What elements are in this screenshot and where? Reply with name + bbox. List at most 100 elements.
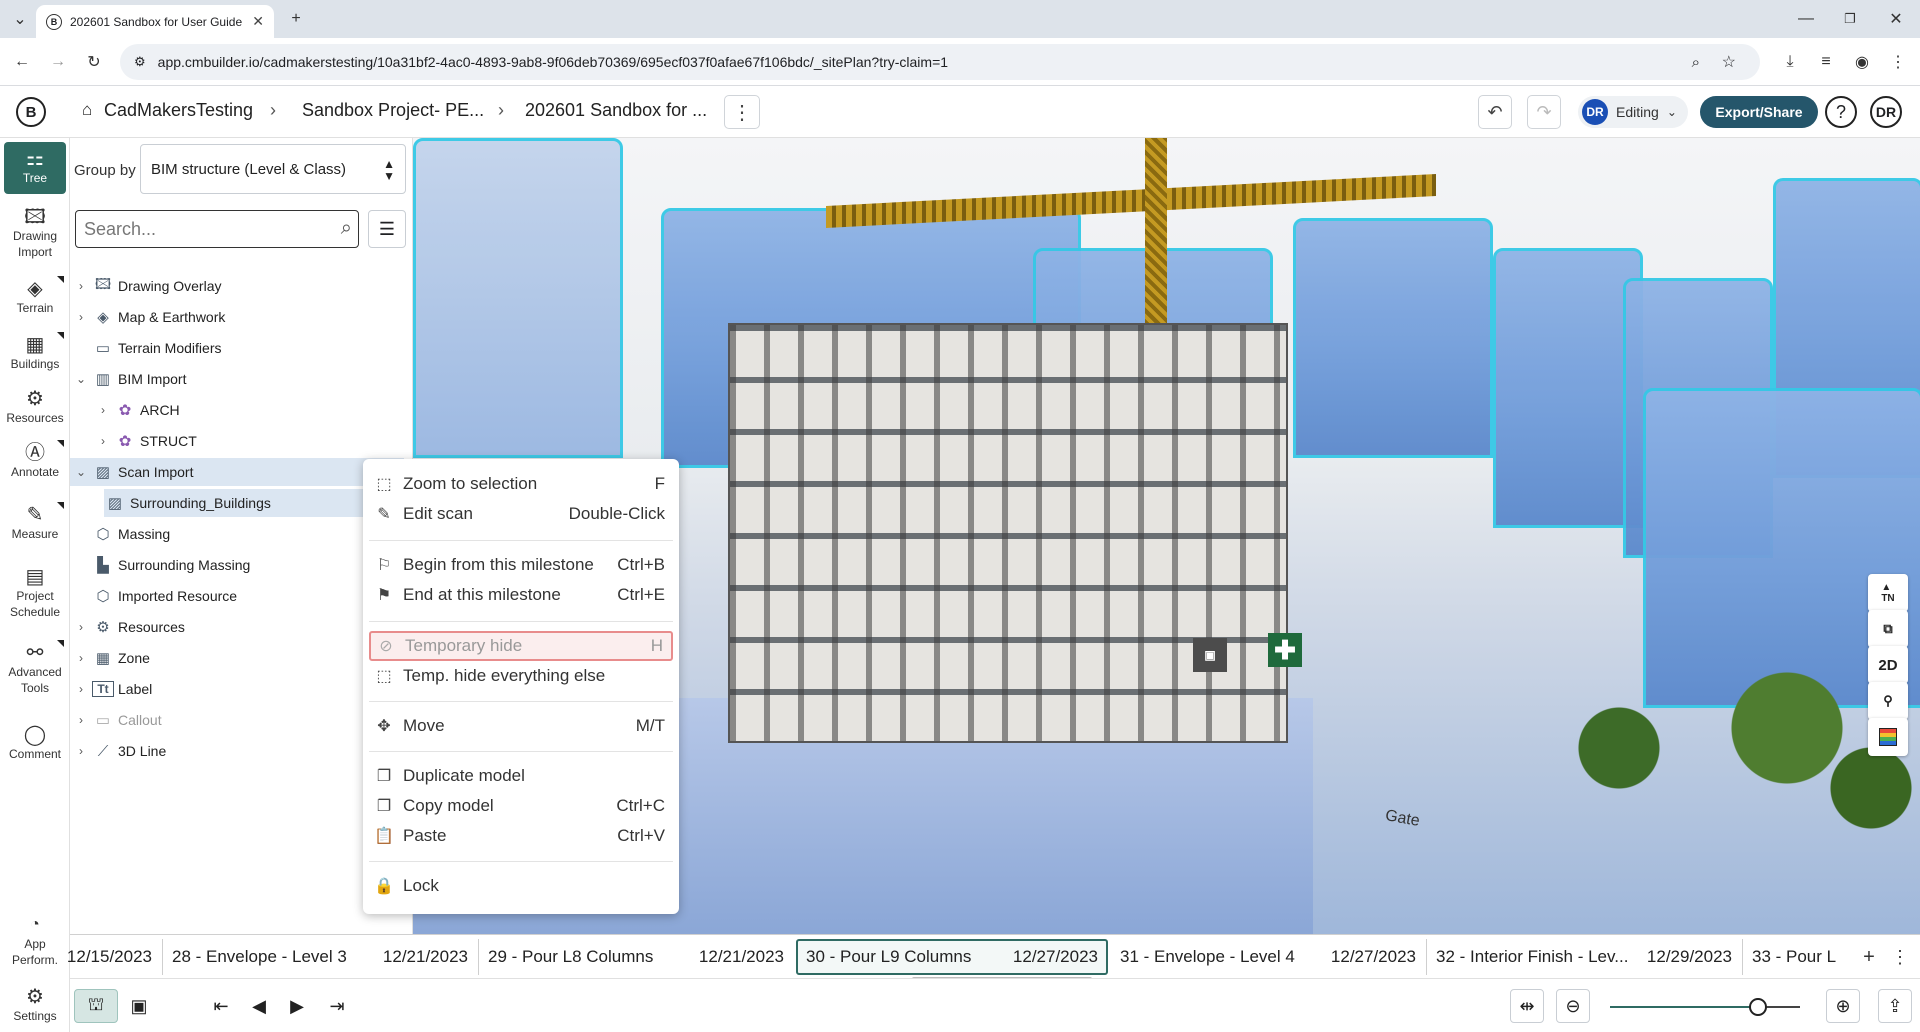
fullscreen-icon[interactable]: ⇪	[1878, 989, 1912, 1023]
timeline-segment[interactable]: 31 - Envelope - Level 4 12/27/2023	[1112, 939, 1424, 975]
tree-row-bim-import[interactable]: ⌄ ▥ BIM Import	[70, 365, 404, 393]
tree-row-surrounding-massing[interactable]: ▙ Surrounding Massing	[70, 551, 404, 579]
undo-icon[interactable]: ↶	[1478, 95, 1512, 129]
group-by-select[interactable]: BIM structure (Level & Class) ▲ ▼	[140, 144, 406, 194]
search-icon[interactable]: ⌕	[341, 217, 352, 240]
zoom-out-icon[interactable]: ⊖	[1556, 989, 1590, 1023]
breadcrumb-project[interactable]: Sandbox Project- PE...	[302, 100, 484, 121]
menu-begin-from-milestone[interactable]: ⚐ Begin from this milestone Ctrl+B	[369, 550, 673, 580]
menu-end-at-milestone[interactable]: ⚑ End at this milestone Ctrl+E	[369, 580, 673, 610]
timeline-segment[interactable]: 32 - Interior Finish - Lev... 12/29/2023	[1428, 939, 1740, 975]
rail-drawing-import[interactable]: 🖾 Drawing Import	[4, 206, 66, 260]
tree-row-resources[interactable]: › ⚙ Resources	[70, 613, 404, 641]
breadcrumb-model[interactable]: 202601 Sandbox for ...	[525, 100, 707, 121]
profile-icon[interactable]: ◉	[1848, 48, 1876, 76]
minimize-icon[interactable]: —	[1792, 5, 1820, 33]
download-icon[interactable]: ⤓	[1776, 48, 1804, 76]
tree-row-terrain-modifiers[interactable]: ▭ Terrain Modifiers	[70, 334, 404, 362]
rail-tree[interactable]: ⚏ Tree	[4, 142, 66, 194]
rail-project-schedule[interactable]: ▤ Project Schedule	[4, 566, 66, 620]
tree-row-zone[interactable]: › ▦ Zone	[70, 644, 404, 672]
timeline-segment[interactable]: 33 - Pour L	[1744, 939, 1852, 975]
site-view-button[interactable]: ⛫	[74, 989, 118, 1023]
timeline-segment-active[interactable]: 30 - Pour L9 Columns 12/27/2023	[796, 939, 1108, 975]
chevron-right-icon[interactable]: ›	[70, 713, 92, 727]
filter-list-button[interactable]: ☰	[368, 210, 406, 248]
chevron-right-icon[interactable]: ›	[70, 620, 92, 634]
new-tab-icon[interactable]: +	[282, 5, 310, 33]
tree-row-surrounding-buildings[interactable]: ▨ Surrounding_Buildings	[104, 489, 404, 517]
timeline-segment[interactable]: 29 - Pour L8 Columns 12/21/2023	[480, 939, 792, 975]
menu-temporary-hide[interactable]: ⊘ Temporary hide H	[369, 631, 673, 661]
mode-selector[interactable]: DR Editing ⌄	[1578, 96, 1688, 128]
address-bar[interactable]: ⚙ app.cmbuilder.io/cadmakerstesting/10a3…	[120, 44, 1760, 80]
tree-row-struct[interactable]: › ✿ STRUCT	[92, 427, 426, 455]
menu-move[interactable]: ✥ Move M/T	[369, 711, 673, 741]
zoom-page-icon[interactable]: ⌕	[1692, 54, 1700, 71]
menu-zoom-to-selection[interactable]: ⬚ Zoom to selection F	[369, 469, 673, 499]
menu-edit-scan[interactable]: ✎ Edit scan Double-Click	[369, 499, 673, 529]
export-share-button[interactable]: Export/Share	[1700, 96, 1818, 128]
menu-temp-hide-everything-else[interactable]: ⬚ Temp. hide everything else	[369, 661, 673, 691]
layers-button[interactable]: ⧉	[1868, 610, 1908, 648]
previous-icon[interactable]: ◀	[242, 989, 276, 1023]
site-info-icon[interactable]: ⚙	[134, 54, 146, 70]
true-north-button[interactable]: ▲ TN	[1868, 574, 1908, 612]
tree-row-callout[interactable]: › ▭ Callout	[70, 706, 404, 734]
zoom-in-icon[interactable]: ⊕	[1826, 989, 1860, 1023]
reload-icon[interactable]: ↻	[80, 48, 108, 76]
chevron-down-icon[interactable]: ⌄	[70, 372, 92, 386]
menu-paste[interactable]: 📋 Paste Ctrl+V	[369, 821, 673, 851]
tree-row-3d-line[interactable]: › ⟋ 3D Line	[70, 737, 404, 765]
chevron-right-icon[interactable]: ›	[70, 651, 92, 665]
more-options-icon[interactable]: ⋮	[724, 95, 760, 129]
tree-search-input[interactable]: Search... ⌕	[75, 210, 359, 248]
timeline-more-icon[interactable]: ⋮	[1886, 943, 1914, 971]
menu-copy-model[interactable]: ❐ Copy model Ctrl+C	[369, 791, 673, 821]
close-tab-icon[interactable]: ✕	[252, 13, 264, 30]
browser-menu-icon[interactable]: ⋮	[1884, 48, 1912, 76]
media-icon[interactable]: ≡	[1812, 48, 1840, 76]
redo-icon[interactable]: ↷	[1527, 95, 1561, 129]
play-icon[interactable]: ▶	[280, 989, 314, 1023]
timeline-segment[interactable]: 28 - Envelope - Level 3 12/21/2023	[164, 939, 476, 975]
tab-search-icon[interactable]: ⌄	[6, 5, 34, 33]
skip-to-start-icon[interactable]: ⇤	[204, 989, 238, 1023]
timeline-segment-previous[interactable]: 12/15/2023	[67, 939, 160, 975]
tree-row-map-earthwork[interactable]: › ◈ Map & Earthwork	[70, 303, 404, 331]
presentation-button[interactable]: ▣	[122, 989, 156, 1023]
chevron-right-icon[interactable]: ›	[70, 744, 92, 758]
tree-row-imported-resource[interactable]: ⬡ Imported Resource	[70, 582, 404, 610]
app-logo[interactable]: B	[16, 97, 46, 127]
browser-tab[interactable]: B 202601 Sandbox for User Guide ✕	[36, 5, 274, 38]
chevron-right-icon[interactable]: ›	[92, 434, 114, 448]
rail-terrain[interactable]: ◈ Terrain	[4, 276, 66, 316]
chevron-right-icon[interactable]: ›	[70, 682, 92, 696]
chevron-right-icon[interactable]: ›	[70, 279, 92, 293]
tree-row-label-group[interactable]: › Tt Label	[70, 675, 404, 703]
rail-app-performance[interactable]: ◔ App Perform.	[4, 914, 66, 968]
tree-row-massing[interactable]: ⬡ Massing	[70, 520, 404, 548]
help-icon[interactable]: ?	[1825, 96, 1857, 128]
tree-row-scan-import[interactable]: ⌄ ▨ Scan Import	[70, 458, 404, 486]
user-avatar[interactable]: DR	[1870, 96, 1902, 128]
menu-duplicate-model[interactable]: ❐ Duplicate model	[369, 761, 673, 791]
tree-row-drawing-overlay[interactable]: › 🖾 Drawing Overlay	[70, 272, 404, 300]
pin-button[interactable]: ⚲	[1868, 682, 1908, 720]
legend-button[interactable]	[1868, 718, 1908, 756]
zoom-slider-handle[interactable]	[1749, 998, 1768, 1016]
close-window-icon[interactable]: ✕	[1882, 5, 1910, 33]
rail-annotate[interactable]: Ⓐ Annotate	[4, 440, 66, 480]
add-milestone-icon[interactable]: +	[1855, 943, 1883, 971]
fit-width-icon[interactable]: ⇹	[1510, 989, 1544, 1023]
breadcrumb-org[interactable]: CadMakersTesting	[104, 100, 253, 121]
tree-row-arch[interactable]: › ✿ ARCH	[92, 396, 426, 424]
back-icon[interactable]: ←	[8, 48, 36, 76]
home-icon[interactable]: ⌂	[82, 100, 92, 120]
menu-lock[interactable]: 🔒 Lock	[369, 871, 673, 901]
rail-resources[interactable]: ⚙ Resources	[4, 388, 66, 426]
bookmark-star-icon[interactable]: ☆	[1722, 52, 1736, 72]
chevron-down-icon[interactable]: ⌄	[70, 465, 92, 479]
restore-icon[interactable]: ❐	[1836, 5, 1864, 33]
rail-settings[interactable]: ⚙ Settings	[4, 986, 66, 1024]
